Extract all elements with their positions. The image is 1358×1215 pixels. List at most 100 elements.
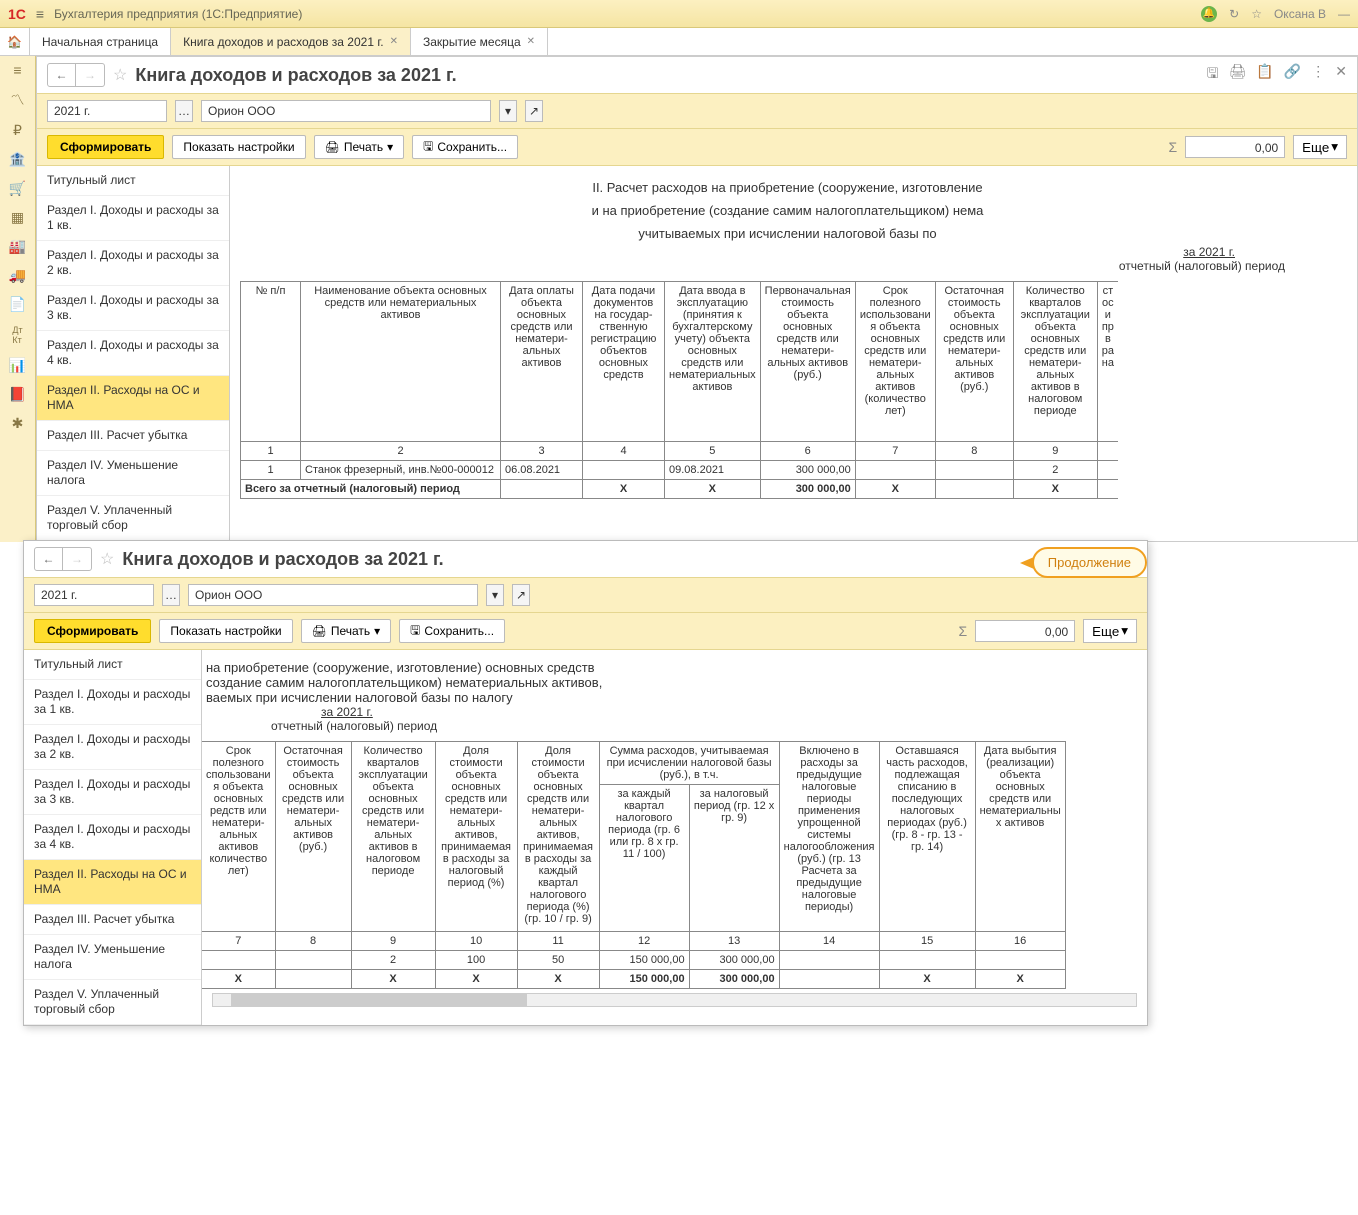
th: № п/п bbox=[241, 282, 301, 442]
tab-start[interactable]: Начальная страница bbox=[30, 28, 171, 55]
td: 8 bbox=[935, 442, 1013, 461]
tree-item-selected[interactable]: Раздел II. Расходы на ОС и НМА bbox=[37, 376, 229, 421]
rail-cart-icon[interactable]: 🛒 bbox=[9, 180, 26, 197]
tree-item[interactable]: Раздел I. Доходы и расходы за 4 кв. bbox=[24, 815, 201, 860]
tree-item[interactable]: Раздел I. Доходы и расходы за 3 кв. bbox=[24, 770, 201, 815]
settings-button[interactable]: Показать настройки bbox=[172, 135, 305, 159]
tree-item[interactable]: Титульный лист bbox=[24, 650, 201, 680]
favorite-icon[interactable]: ☆ bbox=[1251, 7, 1262, 21]
tree-item[interactable]: Раздел V. Уплаченный торговый сбор bbox=[24, 980, 201, 1025]
print-icon[interactable]: 🖨 bbox=[1229, 63, 1247, 87]
org-dropdown-icon[interactable]: ▾ bbox=[486, 584, 504, 606]
minimize-icon[interactable]: — bbox=[1338, 7, 1350, 21]
side-rail: ≡ 〽 ₽ 🏦 🛒 ▦ 🏭 🚚 📄 ДтКт 📊 📕 ✱ bbox=[0, 56, 36, 542]
print-button[interactable]: 🖨Печать ▾ bbox=[314, 135, 405, 159]
history-icon[interactable]: ↻ bbox=[1229, 7, 1239, 21]
tree-item[interactable]: Титульный лист bbox=[37, 166, 229, 196]
save-icon[interactable]: 🖫 bbox=[1207, 63, 1219, 87]
more-button[interactable]: Еще ▾ bbox=[1293, 135, 1347, 159]
scroll-thumb[interactable] bbox=[231, 994, 526, 1006]
export-icon[interactable]: 📋 bbox=[1256, 63, 1273, 87]
sum-field[interactable]: 0,00 bbox=[975, 620, 1075, 642]
td: X bbox=[435, 970, 517, 989]
rail-bank-icon[interactable]: 🏦 bbox=[9, 151, 26, 168]
th: Дата подачи документов на государ-ственн… bbox=[583, 282, 665, 442]
tab-report[interactable]: Книга доходов и расходов за 2021 г.✕ bbox=[171, 28, 411, 55]
nav-back-icon[interactable]: ← bbox=[35, 548, 63, 570]
nav-forward-icon[interactable]: → bbox=[63, 548, 91, 570]
sigma-icon: Σ bbox=[1169, 139, 1178, 155]
star-icon[interactable]: ☆ bbox=[113, 65, 127, 85]
close-icon[interactable]: ✕ bbox=[1335, 63, 1347, 87]
org-input[interactable]: Орион ООО bbox=[188, 584, 478, 606]
nav-back-icon[interactable]: ← bbox=[48, 64, 76, 86]
rail-factory-icon[interactable]: 🏭 bbox=[9, 238, 26, 255]
tree-item[interactable]: Раздел III. Расчет убытка bbox=[37, 421, 229, 451]
scrollbar-horizontal[interactable] bbox=[212, 993, 1137, 1007]
tree-item[interactable]: Раздел I. Доходы и расходы за 2 кв. bbox=[24, 725, 201, 770]
more-button[interactable]: Еще ▾ bbox=[1083, 619, 1137, 643]
doc-title-line: создание самим налогоплательщиком) немат… bbox=[206, 675, 1147, 690]
td bbox=[1097, 461, 1118, 480]
org-open-icon[interactable]: ↗ bbox=[512, 584, 530, 606]
year-picker-icon[interactable]: … bbox=[175, 100, 193, 122]
tree-item[interactable]: Раздел IV. Уменьшение налога bbox=[24, 935, 201, 980]
tree-item-selected[interactable]: Раздел II. Расходы на ОС и НМА bbox=[24, 860, 201, 905]
year-input[interactable]: 2021 г. bbox=[47, 100, 167, 122]
tree-item[interactable]: Раздел III. Расчет убытка bbox=[24, 905, 201, 935]
star-icon[interactable]: ☆ bbox=[100, 549, 114, 569]
tree-item[interactable]: Раздел I. Доходы и расходы за 1 кв. bbox=[37, 196, 229, 241]
close-icon[interactable]: ✕ bbox=[390, 36, 398, 47]
rail-box-icon[interactable]: ▦ bbox=[11, 209, 24, 226]
user-name[interactable]: Оксана В bbox=[1274, 7, 1326, 21]
nav-forward-icon[interactable]: → bbox=[76, 64, 104, 86]
year-picker-icon[interactable]: … bbox=[162, 584, 180, 606]
th: Срок полезного использовани я объекта ос… bbox=[855, 282, 935, 442]
settings-button[interactable]: Показать настройки bbox=[159, 619, 292, 643]
rail-gear-icon[interactable]: ✱ bbox=[12, 415, 24, 432]
tree-item[interactable]: Раздел I. Доходы и расходы за 3 кв. bbox=[37, 286, 229, 331]
menu-icon[interactable]: ⋮ bbox=[1311, 63, 1325, 87]
rail-truck-icon[interactable]: 🚚 bbox=[9, 267, 26, 284]
td: 2 bbox=[1013, 461, 1097, 480]
rail-menu-icon[interactable]: ≡ bbox=[13, 62, 21, 78]
hamburger-icon[interactable]: ≡ bbox=[36, 6, 44, 22]
td bbox=[779, 951, 879, 970]
sum-field[interactable]: 0,00 bbox=[1185, 136, 1285, 158]
home-icon[interactable]: 🏠 bbox=[0, 28, 30, 55]
rail-doc-icon[interactable]: 📄 bbox=[9, 296, 26, 313]
org-dropdown-icon[interactable]: ▾ bbox=[499, 100, 517, 122]
print-button[interactable]: 🖨Печать ▾ bbox=[301, 619, 392, 643]
tree-item[interactable]: Раздел I. Доходы и расходы за 1 кв. bbox=[24, 680, 201, 725]
org-open-icon[interactable]: ↗ bbox=[525, 100, 543, 122]
close-icon[interactable]: ✕ bbox=[527, 36, 535, 47]
org-input[interactable]: Орион ООО bbox=[201, 100, 491, 122]
year-input[interactable]: 2021 г. bbox=[34, 584, 154, 606]
tree-item[interactable]: Раздел V. Уплаченный торговый сбор bbox=[37, 496, 229, 541]
bell-icon[interactable]: 🔔 bbox=[1201, 6, 1217, 22]
rail-ruble-icon[interactable]: ₽ bbox=[13, 122, 22, 139]
td: 09.08.2021 bbox=[665, 461, 761, 480]
save-button[interactable]: 🖫Сохранить... bbox=[399, 619, 505, 643]
td: 06.08.2021 bbox=[501, 461, 583, 480]
rail-chart-icon[interactable]: 〽 bbox=[11, 90, 25, 110]
link-icon[interactable]: 🔗 bbox=[1284, 63, 1301, 87]
tree-item[interactable]: Раздел IV. Уменьшение налога bbox=[37, 451, 229, 496]
form-button[interactable]: Сформировать bbox=[34, 619, 151, 643]
th: Оставшаяся часть расходов, подлежащая сп… bbox=[879, 742, 975, 932]
rail-dtky-icon[interactable]: ДтКт bbox=[12, 325, 22, 345]
chevron-down-icon: ▾ bbox=[374, 624, 380, 638]
nav-buttons: ← → bbox=[47, 63, 105, 87]
td: 14 bbox=[779, 932, 879, 951]
panel-title: Книга доходов и расходов за 2021 г. bbox=[122, 549, 443, 570]
form-button[interactable]: Сформировать bbox=[47, 135, 164, 159]
rail-stats-icon[interactable]: 📊 bbox=[9, 357, 26, 374]
td bbox=[1097, 442, 1118, 461]
rail-book-icon[interactable]: 📕 bbox=[9, 386, 26, 403]
doc-title-line: на приобретение (сооружение, изготовлени… bbox=[206, 660, 1147, 675]
td: X bbox=[975, 970, 1065, 989]
save-button[interactable]: 🖫Сохранить... bbox=[412, 135, 518, 159]
tab-closing[interactable]: Закрытие месяца✕ bbox=[411, 28, 548, 55]
tree-item[interactable]: Раздел I. Доходы и расходы за 4 кв. bbox=[37, 331, 229, 376]
tree-item[interactable]: Раздел I. Доходы и расходы за 2 кв. bbox=[37, 241, 229, 286]
